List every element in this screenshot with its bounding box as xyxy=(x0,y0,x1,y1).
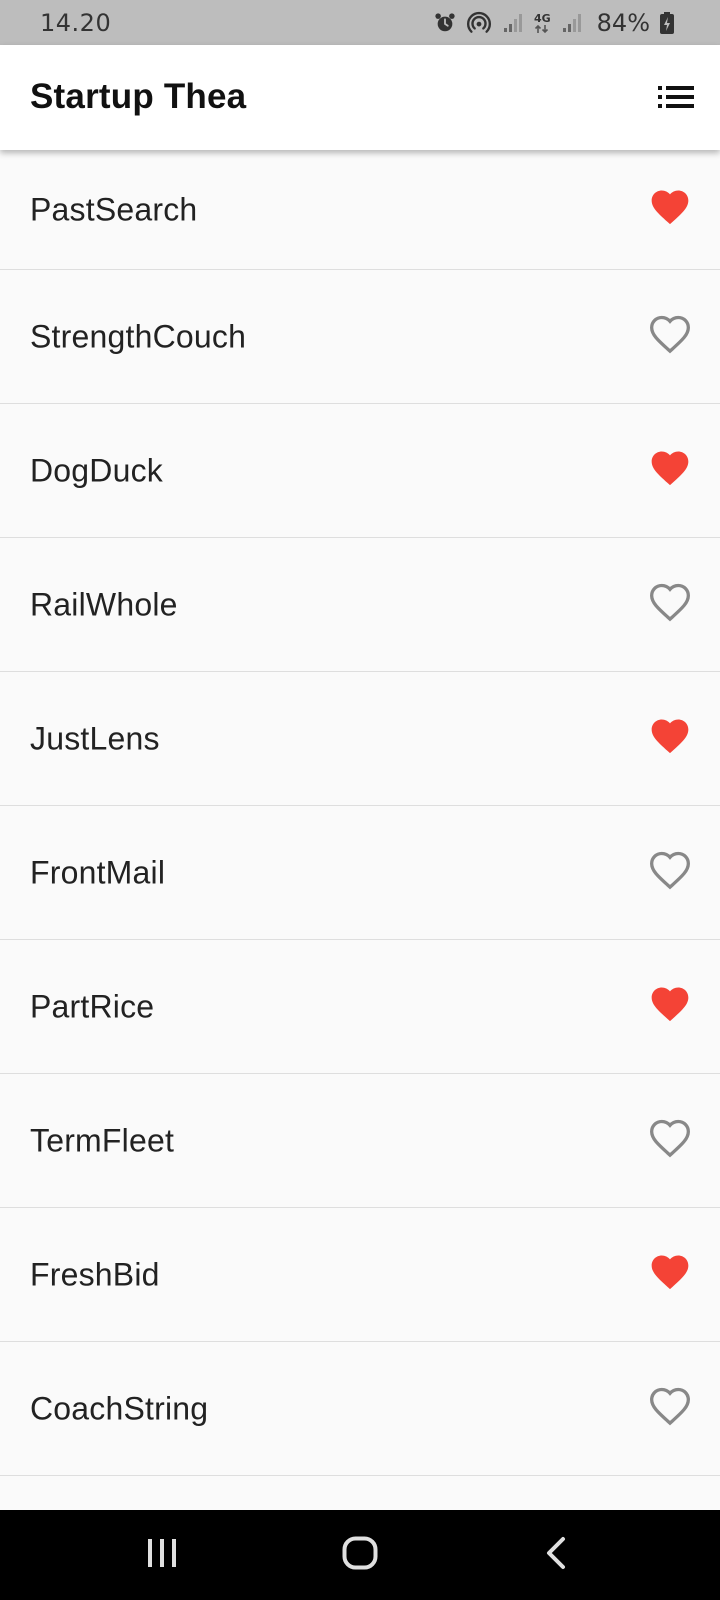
signal-icon xyxy=(561,12,583,34)
page-title: Startup Thea xyxy=(30,77,247,116)
list-item[interactable]: PastSearch xyxy=(0,150,720,270)
heart-filled-icon xyxy=(648,1250,692,1299)
heart-outline-icon xyxy=(648,848,692,897)
list-item-label: FrontMail xyxy=(30,854,166,890)
hotspot-icon xyxy=(466,10,492,36)
home-button[interactable] xyxy=(330,1530,390,1580)
heart-filled-icon xyxy=(648,982,692,1031)
list-item[interactable]: FreshBid xyxy=(0,1208,720,1342)
favorite-toggle[interactable] xyxy=(648,583,692,627)
heart-outline-icon xyxy=(648,1116,692,1165)
list-item-label: CoachString xyxy=(30,1390,209,1426)
list-item-label: TermFleet xyxy=(30,1122,175,1158)
list-item[interactable]: StrengthCouch xyxy=(0,270,720,404)
list-item-label: StrengthCouch xyxy=(30,318,247,354)
favorite-toggle[interactable] xyxy=(648,1119,692,1163)
heart-filled-icon xyxy=(648,185,692,234)
favorite-toggle[interactable] xyxy=(648,717,692,761)
battery-percent: 84% xyxy=(596,9,650,37)
signal-icon xyxy=(502,12,524,34)
recent-apps-button[interactable] xyxy=(132,1530,192,1580)
battery-charging-icon xyxy=(660,12,674,34)
list-item[interactable]: FrontMail xyxy=(0,806,720,940)
list-item-label: FreshBid xyxy=(30,1256,160,1292)
heart-filled-icon xyxy=(648,446,692,495)
status-time: 14.20 xyxy=(40,9,112,37)
list-icon xyxy=(658,85,694,114)
home-icon xyxy=(342,1536,378,1575)
list-item[interactable]: JustLens xyxy=(0,672,720,806)
favorite-toggle[interactable] xyxy=(648,851,692,895)
status-icons: 4G 84% xyxy=(434,8,674,38)
alarm-icon xyxy=(434,12,456,34)
favorite-toggle[interactable] xyxy=(648,449,692,493)
list-item[interactable]: DogDuck xyxy=(0,404,720,538)
back-icon xyxy=(544,1536,568,1575)
saved-list-button[interactable] xyxy=(652,75,700,123)
heart-outline-icon xyxy=(648,312,692,361)
app-bar: Startup Thea xyxy=(0,45,720,150)
heart-outline-icon xyxy=(648,1384,692,1433)
list-item-label: RailWhole xyxy=(30,586,178,622)
favorite-toggle[interactable] xyxy=(648,188,692,232)
list-item[interactable]: PartRice xyxy=(0,940,720,1074)
favorite-toggle[interactable] xyxy=(648,985,692,1029)
list-item-label: DogDuck xyxy=(30,452,164,488)
heart-outline-icon xyxy=(648,580,692,629)
list-item[interactable]: TermFleet xyxy=(0,1074,720,1208)
favorite-toggle[interactable] xyxy=(648,1253,692,1297)
network-4g-icon: 4G xyxy=(534,13,551,34)
status-bar: 14.20 4G 84% xyxy=(0,0,720,45)
list-item-label: PastSearch xyxy=(30,191,198,227)
list-item-label: JustLens xyxy=(30,720,160,756)
heart-filled-icon xyxy=(648,714,692,763)
recent-apps-icon xyxy=(146,1538,178,1573)
list-item[interactable]: RailWhole xyxy=(0,538,720,672)
list-item[interactable] xyxy=(0,1476,720,1510)
list-item[interactable]: CoachString xyxy=(0,1342,720,1476)
list-item-label: PartRice xyxy=(30,988,155,1024)
favorite-toggle[interactable] xyxy=(648,315,692,359)
favorite-toggle[interactable] xyxy=(648,1387,692,1431)
system-nav-bar xyxy=(0,1510,720,1600)
back-button[interactable] xyxy=(526,1530,586,1580)
startup-name-list[interactable]: PastSearch StrengthCouch DogDuck RailWho… xyxy=(0,150,720,1510)
